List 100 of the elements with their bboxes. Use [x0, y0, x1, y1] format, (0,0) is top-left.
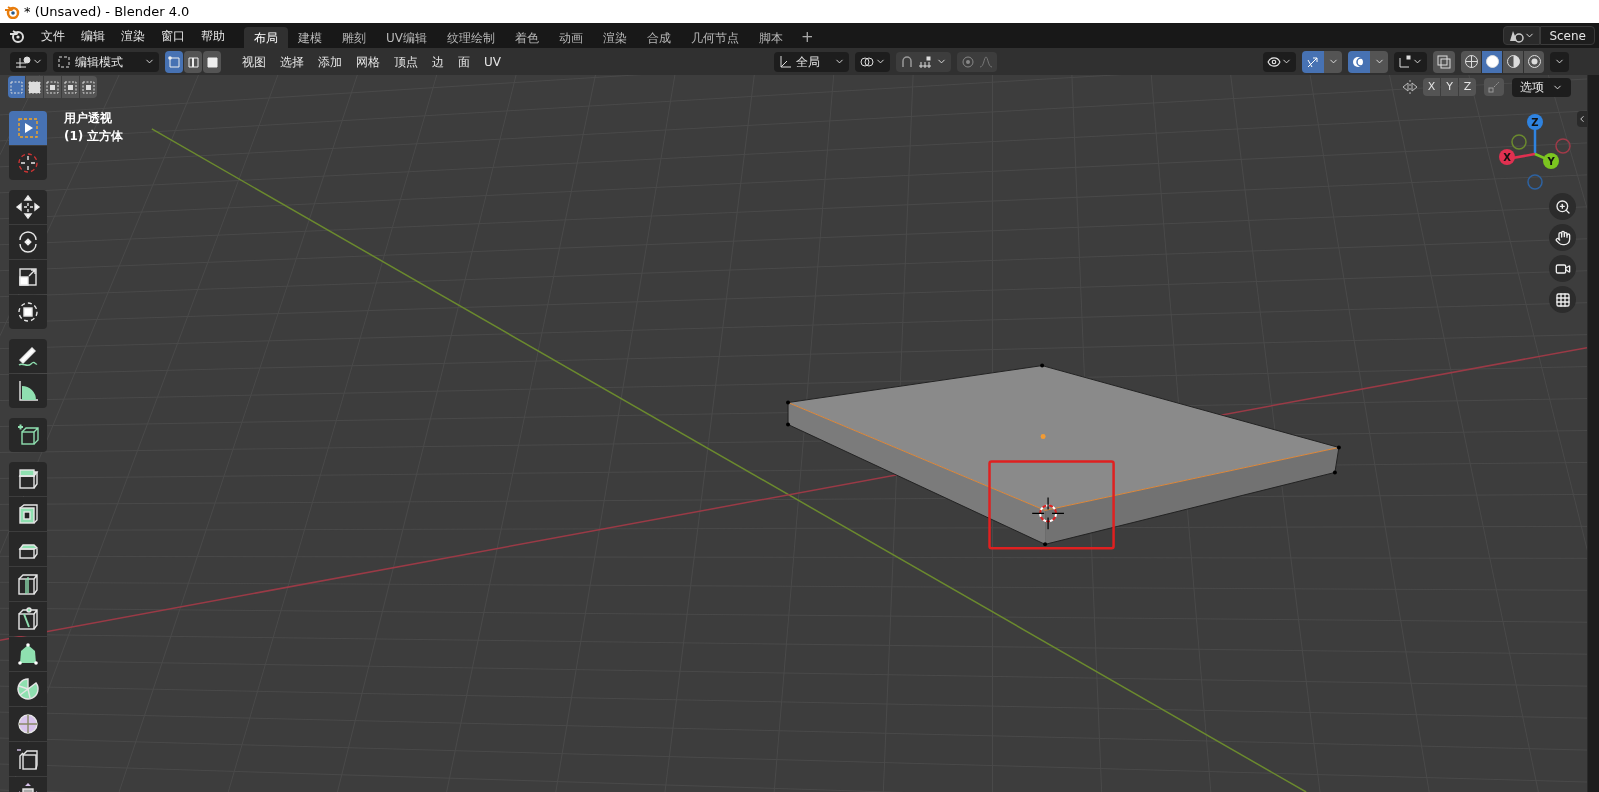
shading-dropdown[interactable] — [1550, 51, 1569, 72]
links-icon — [859, 54, 875, 69]
tool-button[interactable] — [9, 637, 47, 671]
grid-icon — [1554, 291, 1571, 308]
invert-selection-icon[interactable] — [62, 76, 79, 98]
axis-gizmo[interactable]: Z X Y — [1490, 109, 1580, 194]
chevron-left-icon — [1577, 114, 1587, 124]
window-title: * (Unsaved) - Blender 4.0 — [24, 2, 190, 21]
3d-viewport[interactable]: X Y Z 选项 用户透视 (1) 立方体 Z X Y — [0, 75, 1587, 792]
tool-button[interactable] — [9, 567, 47, 601]
tool-button[interactable] — [9, 418, 47, 452]
scene-type-button[interactable] — [1503, 26, 1541, 45]
navigation-button[interactable] — [1549, 286, 1576, 313]
edge-select-icon[interactable] — [184, 50, 202, 73]
material-shading-icon[interactable] — [1503, 50, 1523, 73]
menu-item[interactable]: 渲染 — [114, 26, 152, 45]
header-menu[interactable]: UV — [477, 52, 508, 71]
workspace-tab[interactable]: 着色 — [505, 27, 549, 48]
auto-merge-toggle[interactable] — [1484, 78, 1504, 96]
overlays-toggle[interactable] — [1348, 50, 1370, 73]
tool-button[interactable] — [9, 602, 47, 636]
blender-logo-icon — [4, 4, 20, 19]
3d-cursor-icon — [1031, 496, 1065, 530]
workspace-tab[interactable]: 雕刻 — [332, 27, 376, 48]
tool-button[interactable] — [9, 374, 47, 408]
extend-selection-icon[interactable] — [26, 76, 43, 98]
axes-icon — [14, 54, 32, 69]
workspace-tab[interactable]: 建模 — [288, 27, 332, 48]
hand-icon — [1554, 229, 1571, 246]
workspace-tab[interactable]: 渲染 — [593, 27, 637, 48]
tool-button[interactable] — [9, 260, 47, 294]
header-menu[interactable]: 边 — [425, 52, 451, 71]
mirror-axis-toggle[interactable]: Z — [1459, 78, 1476, 96]
magnet-icon — [900, 54, 914, 69]
workspace-tab[interactable]: 脚本 — [749, 27, 793, 48]
mirror-icon[interactable] — [1401, 79, 1419, 95]
workspace-tab[interactable]: 几何节点 — [681, 27, 749, 48]
editor-type-button[interactable] — [10, 51, 47, 72]
snap-grid-icon — [918, 55, 932, 68]
pivot-dropdown[interactable] — [855, 51, 890, 72]
edge-slide-icon — [15, 746, 41, 772]
tool-button[interactable] — [9, 339, 47, 373]
menu-item[interactable]: 窗口 — [154, 26, 192, 45]
workspace-tab[interactable]: 合成 — [637, 27, 681, 48]
mesh-overlays-dropdown[interactable] — [1394, 51, 1427, 72]
tool-button[interactable] — [9, 672, 47, 706]
spin-icon — [15, 676, 41, 702]
orientation-dropdown[interactable]: 全局 — [774, 51, 849, 72]
workspace-tab[interactable]: 布局 — [244, 27, 288, 48]
visibility-dropdown[interactable] — [1263, 51, 1296, 72]
menu-item[interactable]: 文件 — [34, 26, 72, 45]
proportional-edit-toggle[interactable] — [957, 51, 997, 72]
face-select-icon[interactable] — [203, 50, 221, 73]
navigation-button[interactable] — [1549, 224, 1576, 251]
header-menu[interactable]: 选择 — [273, 52, 311, 71]
wireframe-shading-icon[interactable] — [1461, 50, 1481, 73]
tool-button[interactable] — [9, 707, 47, 741]
vertex-select-icon[interactable] — [165, 50, 183, 73]
header-menu[interactable]: 顶点 — [387, 52, 425, 71]
xray-toggle[interactable] — [1433, 50, 1455, 73]
mesh-edit-icon — [1398, 54, 1412, 69]
tool-button[interactable] — [9, 497, 47, 531]
view-name-label: 用户透视 — [64, 110, 113, 127]
snap-toggle[interactable] — [896, 51, 951, 72]
header-menu[interactable]: 视图 — [235, 52, 273, 71]
add-workspace-button[interactable]: + — [793, 27, 822, 48]
tool-button[interactable] — [9, 532, 47, 566]
tool-button[interactable] — [9, 295, 47, 329]
rendered-shading-icon[interactable] — [1524, 50, 1544, 73]
tool-button[interactable] — [9, 190, 47, 224]
xray-icon — [1437, 54, 1451, 69]
sidebar-toggle[interactable] — [1577, 111, 1587, 127]
workspace-tab[interactable]: 动画 — [549, 27, 593, 48]
mirror-axis-toggle[interactable]: Y — [1441, 78, 1458, 96]
mode-dropdown[interactable]: 编辑模式 — [53, 51, 159, 72]
navigation-button[interactable] — [1549, 255, 1576, 282]
scene-name-field[interactable]: Scene — [1540, 26, 1595, 45]
intersect-selection-icon[interactable] — [80, 76, 97, 98]
gizmo-toggle[interactable] — [1302, 50, 1324, 73]
gizmo-dropdown[interactable] — [1324, 50, 1342, 73]
mirror-axis-toggle[interactable]: X — [1423, 78, 1440, 96]
navigation-button[interactable] — [1549, 193, 1576, 220]
header-menu[interactable]: 面 — [451, 52, 477, 71]
overlays-dropdown[interactable] — [1370, 50, 1388, 73]
header-menu[interactable]: 网格 — [349, 52, 387, 71]
eye-icon — [1267, 54, 1281, 69]
workspace-tab[interactable]: UV编辑 — [376, 27, 437, 48]
menu-item[interactable]: 帮助 — [194, 26, 232, 45]
header-menu[interactable]: 添加 — [311, 52, 349, 71]
subtract-selection-icon[interactable] — [44, 76, 61, 98]
options-dropdown[interactable]: 选项 — [1512, 77, 1571, 97]
tool-button[interactable] — [9, 225, 47, 259]
add-cube-icon — [15, 422, 41, 448]
menu-item[interactable]: 编辑 — [74, 26, 112, 45]
tool-button[interactable] — [9, 462, 47, 496]
solid-shading-icon[interactable] — [1482, 50, 1502, 73]
tool-button[interactable] — [9, 742, 47, 776]
workspace-tab[interactable]: 纹理绘制 — [437, 27, 505, 48]
tool-button[interactable] — [9, 146, 47, 180]
gizmo-arrow-icon — [1306, 54, 1320, 69]
